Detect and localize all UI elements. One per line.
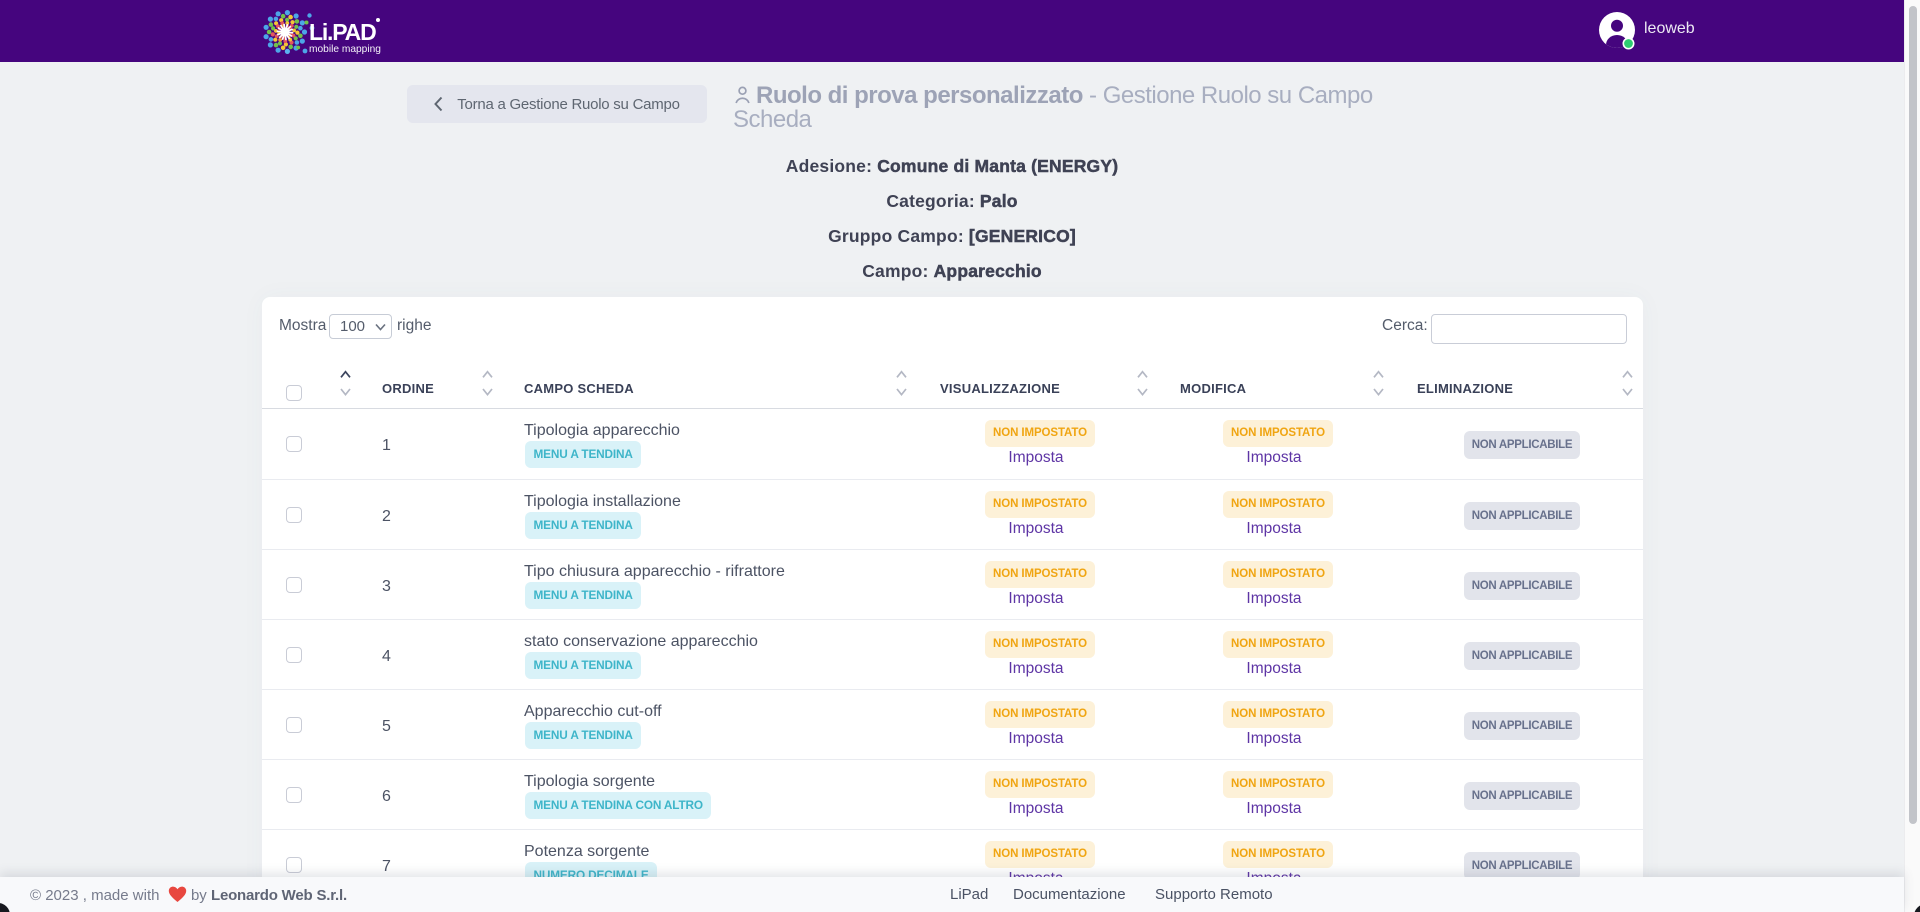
svg-text:mobile mapping: mobile mapping [309, 44, 381, 55]
svg-text:Li.PAD: Li.PAD [309, 19, 376, 45]
